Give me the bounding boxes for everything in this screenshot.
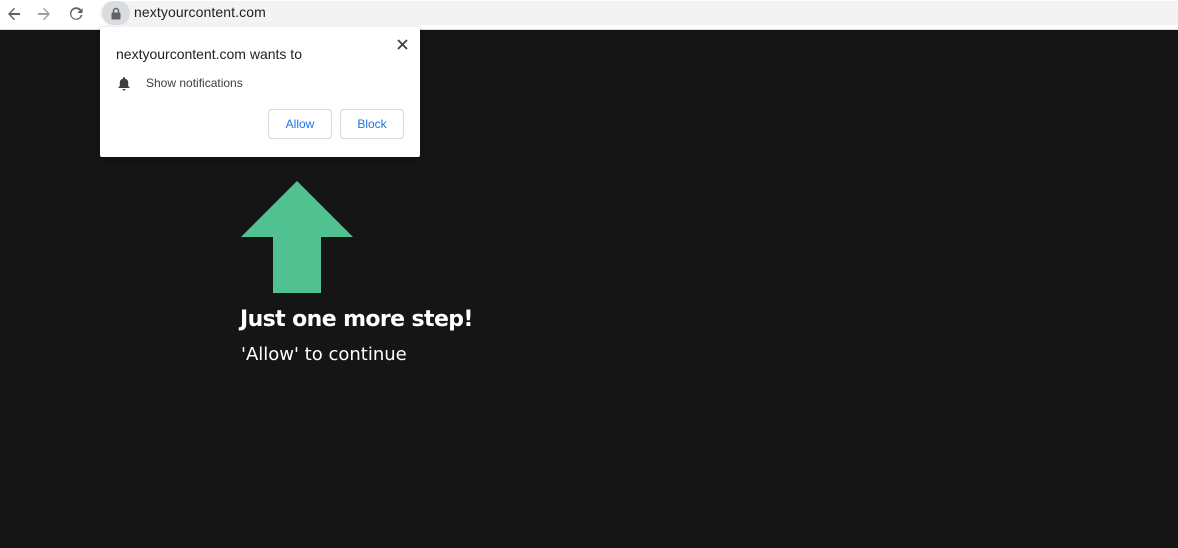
address-bar[interactable]: nextyourcontent.com — [100, 1, 1178, 25]
up-arrow-icon — [241, 181, 353, 293]
forward-button[interactable] — [32, 2, 56, 26]
headline: Just one more step! — [240, 307, 473, 332]
allow-button[interactable]: Allow — [268, 109, 332, 139]
bell-icon — [116, 75, 132, 91]
reload-icon — [69, 7, 83, 20]
permission-label: Show notifications — [146, 76, 243, 90]
lock-icon — [111, 7, 121, 19]
forward-arrow-icon — [38, 7, 50, 21]
notification-permission-popup: nextyourcontent.com wants to Show notifi… — [100, 27, 420, 157]
permission-row: Show notifications — [116, 75, 243, 91]
block-button[interactable]: Block — [340, 109, 404, 139]
back-arrow-icon — [8, 7, 20, 21]
url-text[interactable]: nextyourcontent.com — [134, 4, 266, 20]
close-icon — [396, 38, 408, 50]
popup-title: nextyourcontent.com wants to — [116, 46, 302, 62]
reload-button[interactable] — [64, 2, 88, 26]
browser-toolbar: nextyourcontent.com — [0, 0, 1178, 30]
site-info-button[interactable] — [102, 1, 130, 25]
close-button[interactable] — [394, 36, 410, 52]
subline: 'Allow' to continue — [241, 344, 407, 365]
back-button[interactable] — [2, 2, 26, 26]
